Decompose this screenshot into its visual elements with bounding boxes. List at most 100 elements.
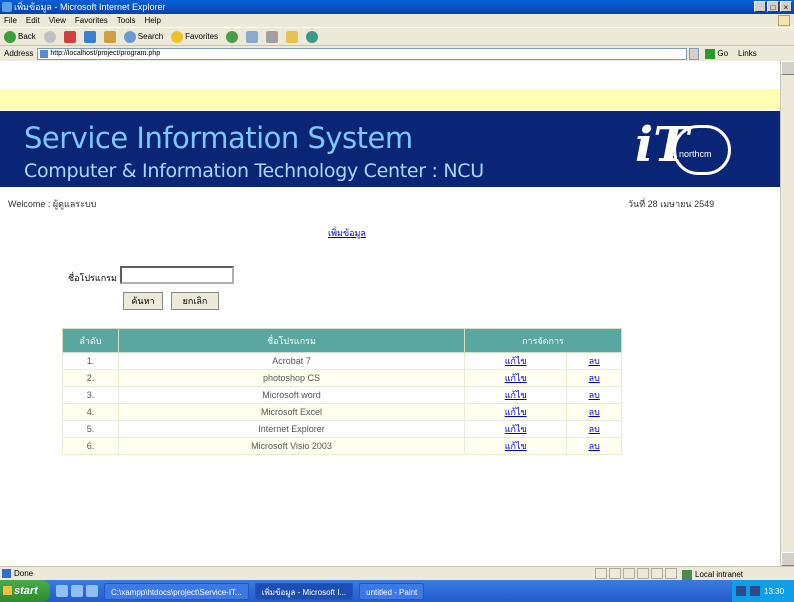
menu-view[interactable]: View: [49, 14, 66, 27]
messenger-icon: [306, 30, 319, 43]
vertical-scrollbar[interactable]: [780, 61, 794, 566]
menu-edit[interactable]: Edit: [26, 14, 40, 27]
maximize-button[interactable]: □: [767, 1, 779, 12]
menu-favorites[interactable]: Favorites: [75, 14, 108, 27]
row-no: 1.: [62, 352, 119, 370]
go-button[interactable]: Go: [705, 48, 728, 59]
delete-link[interactable]: ลบ: [566, 420, 622, 438]
page-icon: [40, 49, 49, 58]
search-submit-button[interactable]: ค้นหา: [123, 292, 163, 310]
print-icon: [266, 30, 279, 43]
edit-link[interactable]: แก้ไข: [463, 403, 568, 421]
address-url: http://localhost/project/program.php: [50, 49, 161, 57]
folder-icon: [286, 30, 299, 43]
tray-app-icon[interactable]: [736, 586, 746, 596]
banner-subtitle: Computer & Information Technology Center…: [24, 160, 484, 182]
mail-button[interactable]: [246, 30, 259, 43]
edit-link[interactable]: แก้ไข: [463, 369, 568, 387]
status-bar: Done Local intranet: [0, 566, 794, 580]
windows-flag-icon: [3, 586, 12, 595]
header-banner: Service Information System Computer & In…: [0, 111, 780, 187]
stop-button[interactable]: [63, 30, 76, 43]
delete-link[interactable]: ลบ: [566, 386, 622, 404]
info-bar: [0, 89, 780, 109]
ie-icon: [2, 2, 12, 12]
welcome-text: Welcome : ผู้ดูแลระบบ: [8, 199, 97, 209]
star-icon: [171, 30, 184, 43]
menu-file[interactable]: File: [4, 14, 17, 27]
search-icon: [123, 30, 136, 43]
table-row: 5. Internet Explorer แก้ไข ลบ: [62, 420, 622, 438]
date-text: วันที่ 28 เมษายน 2549: [628, 199, 715, 209]
scroll-up-button[interactable]: [781, 61, 794, 75]
menu-tools[interactable]: Tools: [117, 14, 136, 27]
search-button[interactable]: Search: [123, 30, 163, 43]
address-bar: Address http://localhost/project/program…: [0, 45, 794, 61]
back-arrow-icon: [4, 30, 16, 43]
delete-link[interactable]: ลบ: [566, 352, 622, 370]
edit-link[interactable]: แก้ไข: [463, 352, 568, 370]
delete-link[interactable]: ลบ: [566, 403, 622, 421]
mail-icon: [246, 30, 259, 43]
logo-text: iT: [635, 117, 689, 173]
taskbar: start C:\xampp\htdocs\project\Service-IT…: [0, 580, 794, 602]
stop-icon: [63, 30, 76, 43]
favorites-button[interactable]: Favorites: [171, 30, 218, 43]
taskbar-item-ie[interactable]: เพิ่มข้อมูล - Microsoft I...: [254, 582, 354, 600]
volume-icon[interactable]: [750, 586, 760, 596]
media-button[interactable]: [226, 30, 239, 43]
table-row: 3. Microsoft word แก้ไข ลบ: [62, 386, 622, 404]
it-logo: iT northcm: [635, 117, 770, 179]
delete-link[interactable]: ลบ: [566, 369, 622, 387]
menu-help[interactable]: Help: [144, 14, 160, 27]
address-input[interactable]: http://localhost/project/program.php: [37, 47, 688, 60]
home-button[interactable]: [103, 30, 116, 43]
window-title: เพิ่มข้อมูล - Microsoft Internet Explore…: [14, 2, 166, 12]
edit-link[interactable]: แก้ไข: [463, 420, 568, 438]
print-button[interactable]: [266, 30, 279, 43]
ie-quicklaunch-icon[interactable]: [56, 585, 68, 597]
page-content: Service Information System Computer & In…: [0, 61, 794, 566]
media-quicklaunch-icon[interactable]: [86, 585, 98, 597]
menu-bar: File Edit View Favorites Tools Help: [0, 14, 794, 27]
row-name: Acrobat 7: [118, 352, 465, 370]
window-controls: _ □ ×: [754, 1, 792, 12]
address-dropdown[interactable]: [689, 47, 700, 60]
messenger-button[interactable]: [306, 30, 319, 43]
minimize-button[interactable]: _: [754, 1, 766, 12]
search-input[interactable]: [120, 266, 234, 284]
banner-title: Service Information System: [24, 121, 413, 155]
scroll-down-button[interactable]: [781, 552, 794, 566]
cancel-button[interactable]: ยกเลิก: [171, 292, 219, 310]
toolbar: Back Search Favorites: [0, 27, 794, 45]
taskbar-item-paint[interactable]: untitled - Paint: [359, 582, 425, 600]
refresh-icon: [83, 30, 96, 43]
row-no: 6.: [62, 437, 119, 455]
delete-link[interactable]: ลบ: [566, 437, 622, 455]
program-table: ลำดับ ชื่อโปรแกรม การจัดการ 1. Acrobat 7…: [62, 328, 622, 455]
taskbar-item-explorer[interactable]: C:\xampp\htdocs\project\Service-IT...: [104, 582, 249, 600]
table-row: 4. Microsoft Excel แก้ไข ลบ: [62, 403, 622, 421]
add-program-link[interactable]: เพิ่มข้อมูล: [328, 226, 366, 240]
start-button[interactable]: start: [0, 580, 50, 602]
table-row: 2. photoshop CS แก้ไข ลบ: [62, 369, 622, 387]
header-manage: การจัดการ: [464, 328, 622, 353]
row-name: Microsoft Visio 2003: [118, 437, 465, 455]
row-no: 5.: [62, 420, 119, 438]
folder-button[interactable]: [286, 30, 299, 43]
refresh-button[interactable]: [83, 30, 96, 43]
back-button[interactable]: Back: [4, 30, 36, 43]
edit-link[interactable]: แก้ไข: [463, 386, 568, 404]
table-row: 6. Microsoft Visio 2003 แก้ไข ลบ: [62, 437, 622, 455]
close-button[interactable]: ×: [780, 1, 792, 12]
forward-button[interactable]: [43, 30, 56, 43]
links-button[interactable]: Links: [738, 49, 757, 58]
clock: 13:30: [764, 586, 785, 596]
media-icon: [226, 30, 239, 43]
header-name: ชื่อโปรแกรม: [118, 328, 465, 353]
logo-subtext: northcm: [677, 149, 714, 159]
edit-link[interactable]: แก้ไข: [463, 437, 568, 455]
home-icon: [103, 30, 116, 43]
desktop-quicklaunch-icon[interactable]: [71, 585, 83, 597]
row-name: Microsoft Excel: [118, 403, 465, 421]
